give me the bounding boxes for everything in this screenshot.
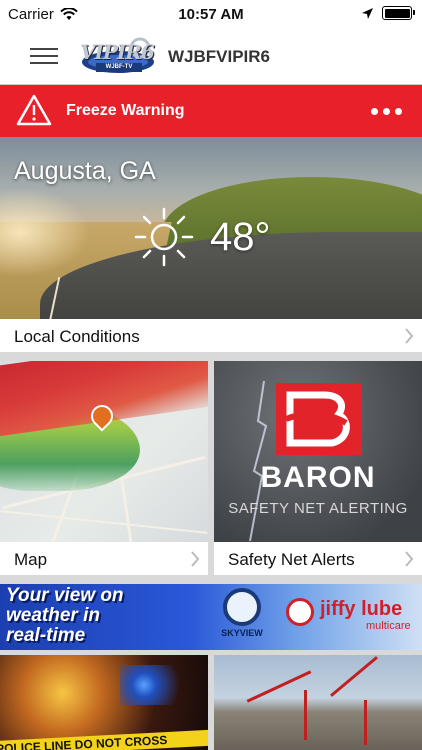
map-label: Map: [14, 550, 48, 569]
crane-arm: [330, 656, 378, 697]
freeze-warning-alert[interactable]: Freeze Warning: [0, 85, 422, 137]
local-conditions-label: Local Conditions: [14, 327, 140, 346]
city-name: Augusta, GA: [14, 157, 156, 185]
jiffy-lube-mark-icon: [286, 598, 314, 626]
chevron-right-icon: [405, 551, 414, 567]
ad-line-1: Your view on: [6, 585, 124, 606]
station-name: WJBFVIPIR6: [168, 47, 271, 66]
map-link[interactable]: Map: [0, 542, 208, 575]
ad-headline: Your view on weather in real-time: [6, 586, 206, 646]
safety-net-alerts-link[interactable]: Safety Net Alerts: [214, 542, 422, 575]
crane-arm: [246, 670, 312, 703]
chevron-right-icon: [191, 551, 200, 567]
skyview-logo: SKYVIEW: [216, 588, 268, 638]
status-bar: Carrier 10:57 AM: [0, 0, 422, 30]
news-tile-construction[interactable]: [214, 655, 422, 750]
baron-tile[interactable]: BARON SAFETY NET ALERTING: [214, 361, 422, 542]
chevron-right-icon: [405, 328, 414, 344]
menu-icon[interactable]: [30, 45, 58, 67]
police-lights: [120, 665, 200, 705]
map-road: [0, 510, 208, 534]
ad-line-2: weather in: [6, 605, 100, 626]
ad-banner[interactable]: Your view on weather in real-time SKYVIE…: [0, 584, 422, 650]
temperature: 48°: [210, 215, 271, 259]
police-tape: POLICE LINE DO NOT CROSS: [0, 728, 208, 750]
skyview-text: SKYVIEW: [221, 628, 263, 638]
baron-logo: [276, 383, 362, 455]
sun-icon: [134, 207, 194, 267]
jiffy-lube-text: jiffy lube: [320, 598, 403, 620]
more-options-icon[interactable]: [371, 108, 402, 115]
crane-mast: [304, 690, 307, 740]
clock: 10:57 AM: [178, 6, 244, 23]
logo-text: VIPIR6: [80, 40, 155, 64]
news-tile-crime[interactable]: POLICE LINE DO NOT CROSS: [0, 655, 208, 750]
map-tile[interactable]: [0, 361, 208, 542]
station-logo: VIPIR6 WJBF-TV: [80, 36, 158, 76]
logo-subtext: WJBF-TV: [96, 63, 142, 72]
local-conditions-link[interactable]: Local Conditions: [0, 319, 422, 352]
battery-icon: [382, 6, 415, 20]
jiffy-lube-sub: multicare: [366, 620, 411, 632]
baron-name: BARON: [260, 461, 376, 494]
ad-line-3: real-time: [6, 625, 86, 646]
safety-net-label: Safety Net Alerts: [228, 550, 355, 569]
location-arrow-icon: [362, 7, 373, 19]
status-right: [361, 6, 415, 20]
warning-icon: [16, 94, 52, 126]
crane-mast: [364, 700, 367, 745]
navbar: VIPIR6 WJBF-TV WJBFVIPIR6: [0, 30, 422, 85]
alert-text: Freeze Warning: [66, 102, 185, 119]
current-conditions-hero[interactable]: Augusta, GA 48°: [0, 137, 422, 319]
baron-subtitle: SAFETY NET ALERTING: [228, 500, 408, 517]
